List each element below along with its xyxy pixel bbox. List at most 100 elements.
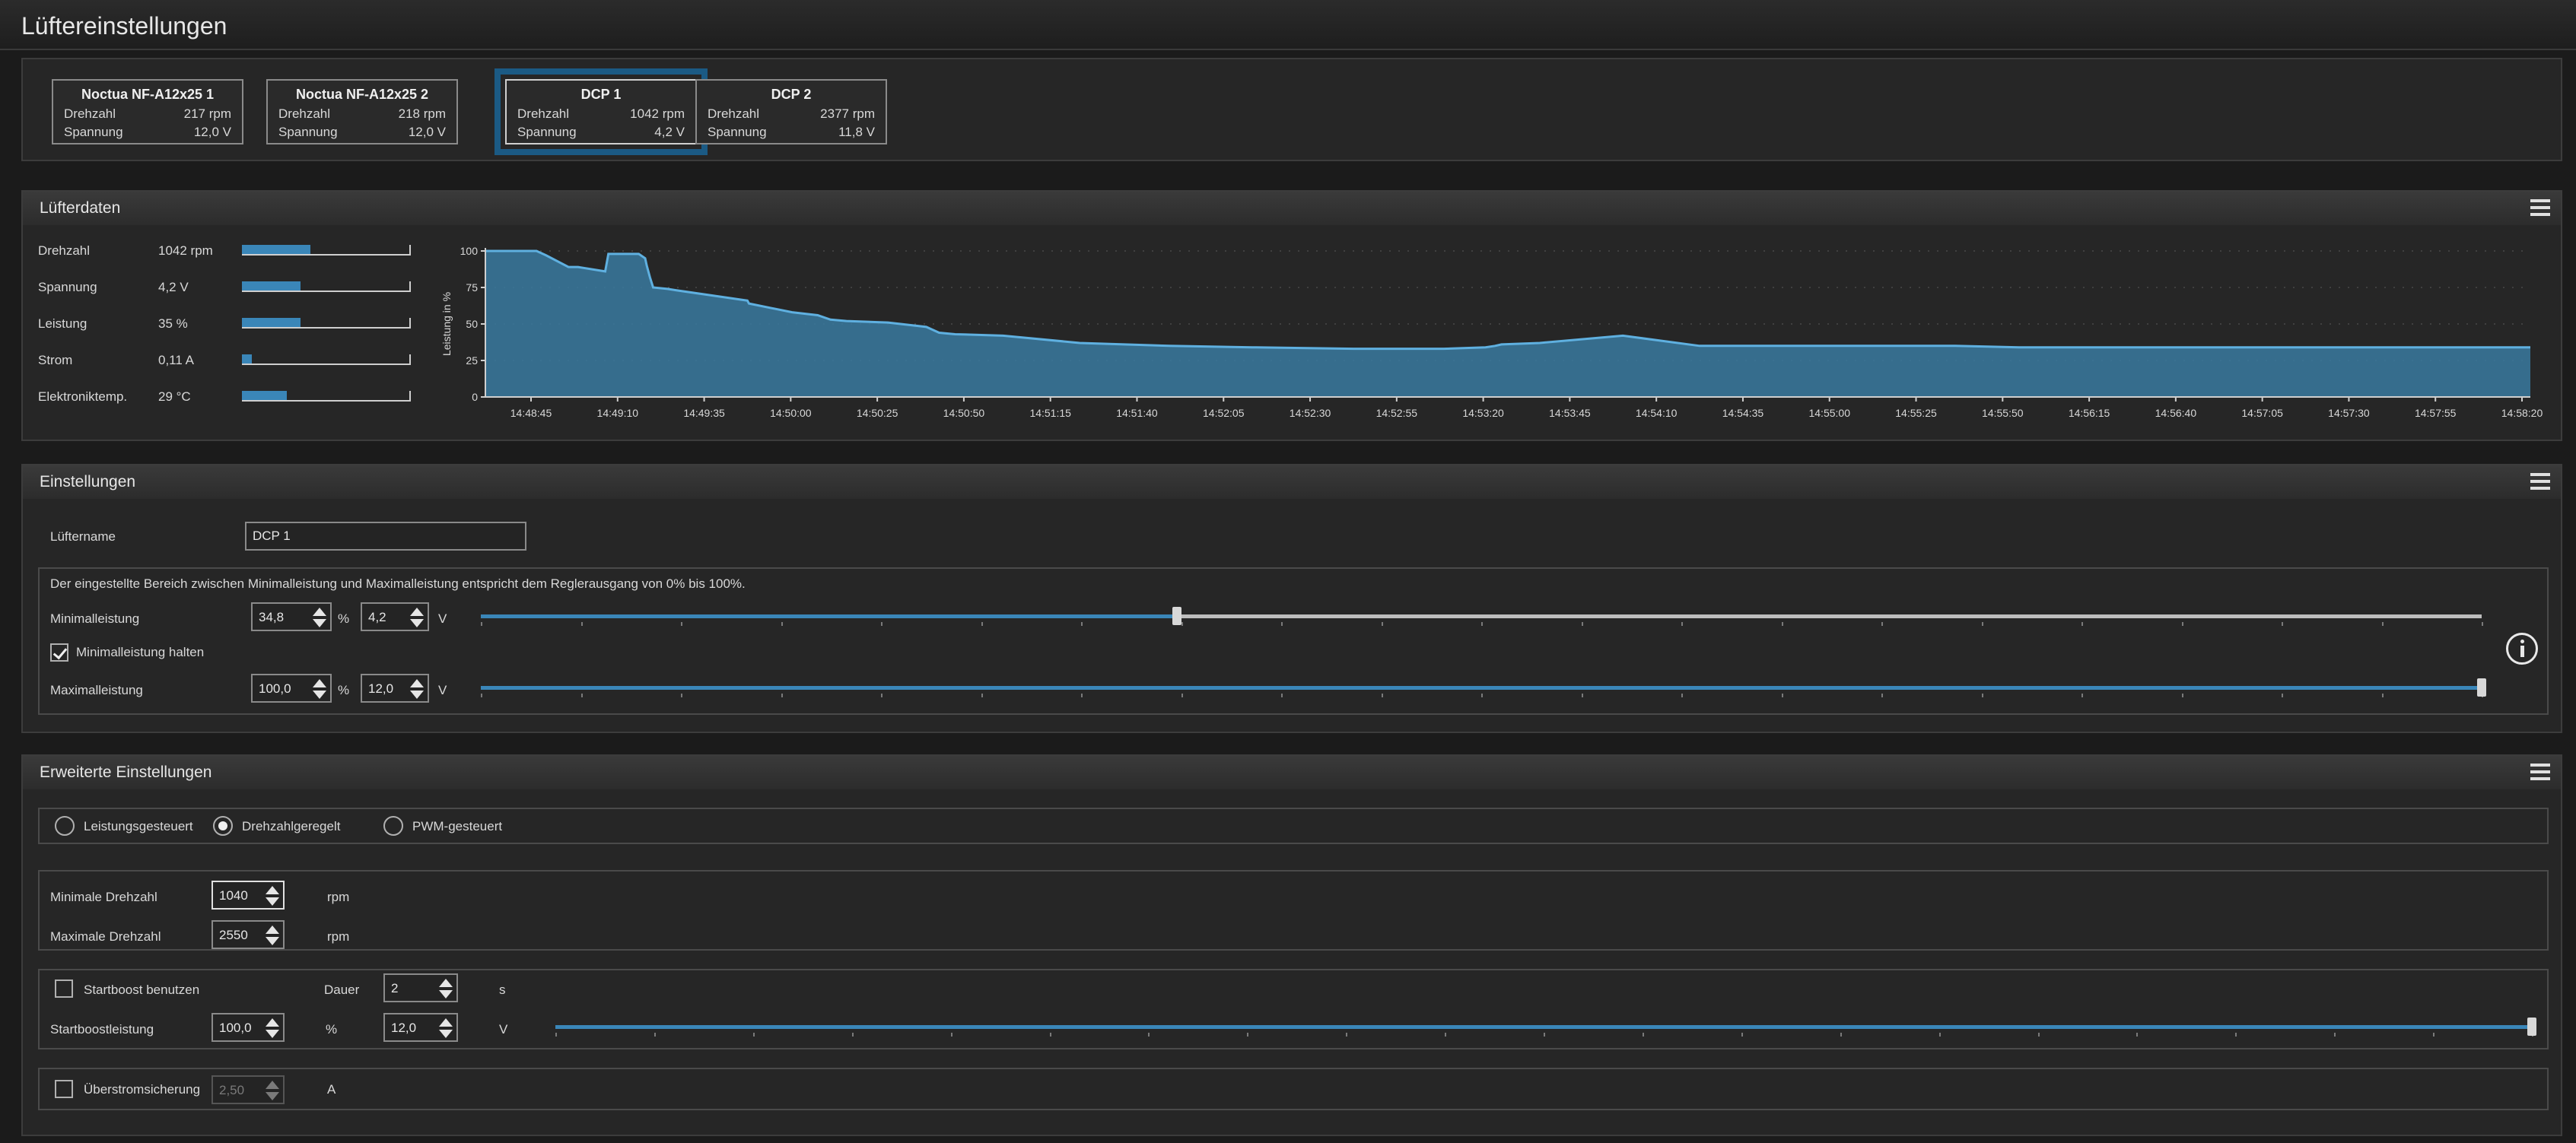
radio-power-controlled[interactable] [55,816,75,836]
arrow-down-icon[interactable] [313,619,326,627]
arrow-down-icon[interactable] [266,1092,279,1100]
chart-y-tick-label: 0 [472,391,478,403]
overcurrent-stepper[interactable]: 2,50 [211,1075,285,1104]
chart-x-tick-label: 14:50:00 [770,407,812,419]
data-value: 4,2 V [158,280,189,294]
min-rpm-stepper[interactable]: 1040 [211,881,285,910]
chart-x-tick-label: 14:52:30 [1290,407,1331,419]
arrow-up-icon[interactable] [410,608,424,616]
fan-card[interactable]: Noctua NF-A12x25 1 Drehzahl 217 rpm Span… [52,79,243,144]
max-power-percent-stepper[interactable]: 100,0 [251,674,332,703]
arrow-down-icon[interactable] [439,1030,453,1038]
data-label: Elektroniktemp. [38,389,128,404]
power-range-group: Der eingestellte Bereich zwischen Minima… [38,567,2549,715]
data-value: 1042 rpm [158,243,213,258]
radio-pwm-controlled[interactable] [383,816,403,836]
panel-header: Einstellungen [23,465,2561,499]
fan-card-rpm-label: Drehzahl [278,106,331,121]
fan-card-voltage-value: 12,0 V [193,125,231,139]
info-icon[interactable] [2506,633,2538,665]
min-power-label: Minimalleistung [50,611,140,626]
fan-card-rpm-value: 1042 rpm [630,106,685,121]
startboost-checkbox[interactable] [55,979,73,998]
stepper-value: 100,0 [219,1021,252,1035]
chart-y-tick-label: 25 [466,354,478,367]
chart-x-tick-label: 14:50:50 [943,407,985,419]
arrow-down-icon[interactable] [439,990,453,999]
arrow-up-icon[interactable] [439,979,453,987]
stepper-value: 12,0 [391,1021,417,1035]
data-row-voltage: Spannung 4,2 V [38,277,434,300]
hold-min-label: Minimalleistung halten [76,645,205,659]
max-power-slider[interactable] [481,677,2486,700]
startboost-percent-stepper[interactable]: 100,0 [211,1013,285,1042]
hold-min-checkbox[interactable] [50,643,68,662]
arrow-down-icon[interactable] [410,691,424,699]
arrow-down-icon[interactable] [266,937,279,945]
duration-label: Dauer [324,983,360,997]
data-label: Leistung [38,316,87,331]
fan-card[interactable]: DCP 2 Drehzahl 2377 rpm Spannung 11,8 V [695,79,887,144]
radio-rpm-controlled[interactable] [213,816,233,836]
overcurrent-group: Überstromsicherung 2,50 A [38,1068,2549,1110]
fan-card-rpm-label: Drehzahl [517,106,570,121]
arrow-up-icon[interactable] [410,679,424,687]
arrow-up-icon[interactable] [266,926,279,934]
arrow-up-icon[interactable] [266,1018,279,1027]
fan-card-voltage-value: 11,8 V [838,125,875,139]
data-row-temperature: Elektroniktemp. 29 °C [38,386,434,409]
fan-name-input[interactable] [245,522,526,551]
arrow-down-icon[interactable] [266,1030,279,1038]
fan-card-rpm-label: Drehzahl [64,106,116,121]
panel-title: Erweiterte Einstellungen [40,764,212,781]
slider-thumb[interactable] [2527,1018,2536,1036]
arrow-down-icon[interactable] [410,619,424,627]
arrow-down-icon[interactable] [313,691,326,699]
window-titlebar: Lüftereinstellungen [0,0,2576,50]
chart-x-tick-label: 14:54:35 [1722,407,1764,419]
chart-x-tick-label: 14:52:55 [1376,407,1418,419]
fan-card-voltage-label: Spannung [64,125,123,139]
min-power-voltage-stepper[interactable]: 4,2 [361,602,429,631]
max-power-voltage-stepper[interactable]: 12,0 [361,674,429,703]
menu-icon[interactable] [2530,199,2550,216]
arrow-up-icon[interactable] [266,886,279,894]
chart-x-tick-label: 14:57:55 [2415,407,2457,419]
fan-card-selected[interactable]: DCP 1 Drehzahl 1042 rpm Spannung 4,2 V [495,68,708,155]
arrow-up-icon[interactable] [439,1018,453,1027]
startboost-power-label: Startboostleistung [50,1022,154,1037]
volt-unit: V [438,611,447,626]
chart-y-tick-label: 75 [466,281,478,294]
slider-thumb[interactable] [1172,607,1182,625]
range-note: Der eingestellte Bereich zwischen Minima… [50,576,746,591]
chart-y-axis-label: Leistung in % [440,292,453,356]
startboost-voltage-stepper[interactable]: 12,0 [383,1013,458,1042]
fan-card-rpm-value: 217 rpm [183,106,231,121]
level-bar [242,245,411,256]
menu-icon[interactable] [2530,764,2550,780]
fan-card[interactable]: Noctua NF-A12x25 2 Drehzahl 218 rpm Span… [266,79,458,144]
arrow-up-icon[interactable] [313,608,326,616]
chart-y-tick-label: 50 [466,318,478,330]
panel-header: Erweiterte Einstellungen [23,756,2561,789]
arrow-down-icon[interactable] [266,897,279,906]
volt-unit: V [499,1022,508,1037]
slider-thumb[interactable] [2477,678,2486,697]
arrow-up-icon[interactable] [313,679,326,687]
duration-stepper[interactable]: 2 [383,973,458,1002]
stepper-value: 100,0 [259,681,291,696]
chart-x-tick-label: 14:55:50 [1982,407,2024,419]
min-power-percent-stepper[interactable]: 34,8 [251,602,332,631]
stepper-value: 4,2 [368,610,386,624]
arrow-up-icon[interactable] [266,1081,279,1089]
max-rpm-stepper[interactable]: 2550 [211,920,285,949]
fan-name-label: Lüftername [50,529,116,544]
stepper-value: 2550 [219,928,248,942]
menu-icon[interactable] [2530,473,2550,490]
chart-x-tick-label: 14:57:05 [2241,407,2283,419]
overcurrent-checkbox[interactable] [55,1080,73,1098]
panel-title: Lüfterdaten [40,199,121,217]
startboost-slider[interactable] [555,1016,2536,1039]
min-power-slider[interactable] [481,605,2483,628]
level-bar [242,281,411,292]
